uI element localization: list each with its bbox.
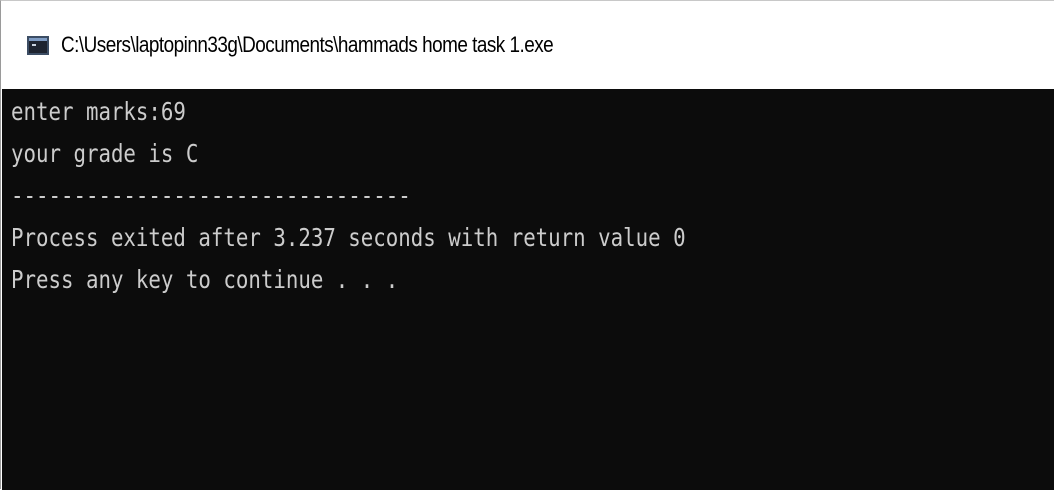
console-line-process-exit: Process exited after 3.237 seconds with …	[11, 223, 686, 252]
title-bar[interactable]: C:\Users\laptopinn33g\Documents\hammads …	[1, 1, 1054, 89]
console-line-input-prompt: enter marks:69	[11, 97, 186, 126]
window-title: C:\Users\laptopinn33g\Documents\hammads …	[61, 32, 554, 57]
console-window-icon[interactable]	[27, 35, 49, 55]
console-window: C:\Users\laptopinn33g\Documents\hammads …	[0, 0, 1054, 490]
console-line-separator: --------------------------------	[11, 181, 411, 210]
console-output[interactable]: enter marks:69 your grade is C ---------…	[2, 89, 1054, 490]
console-line-press-any-key: Press any key to continue . . .	[11, 265, 399, 294]
console-line-grade-result: your grade is C	[11, 139, 199, 168]
